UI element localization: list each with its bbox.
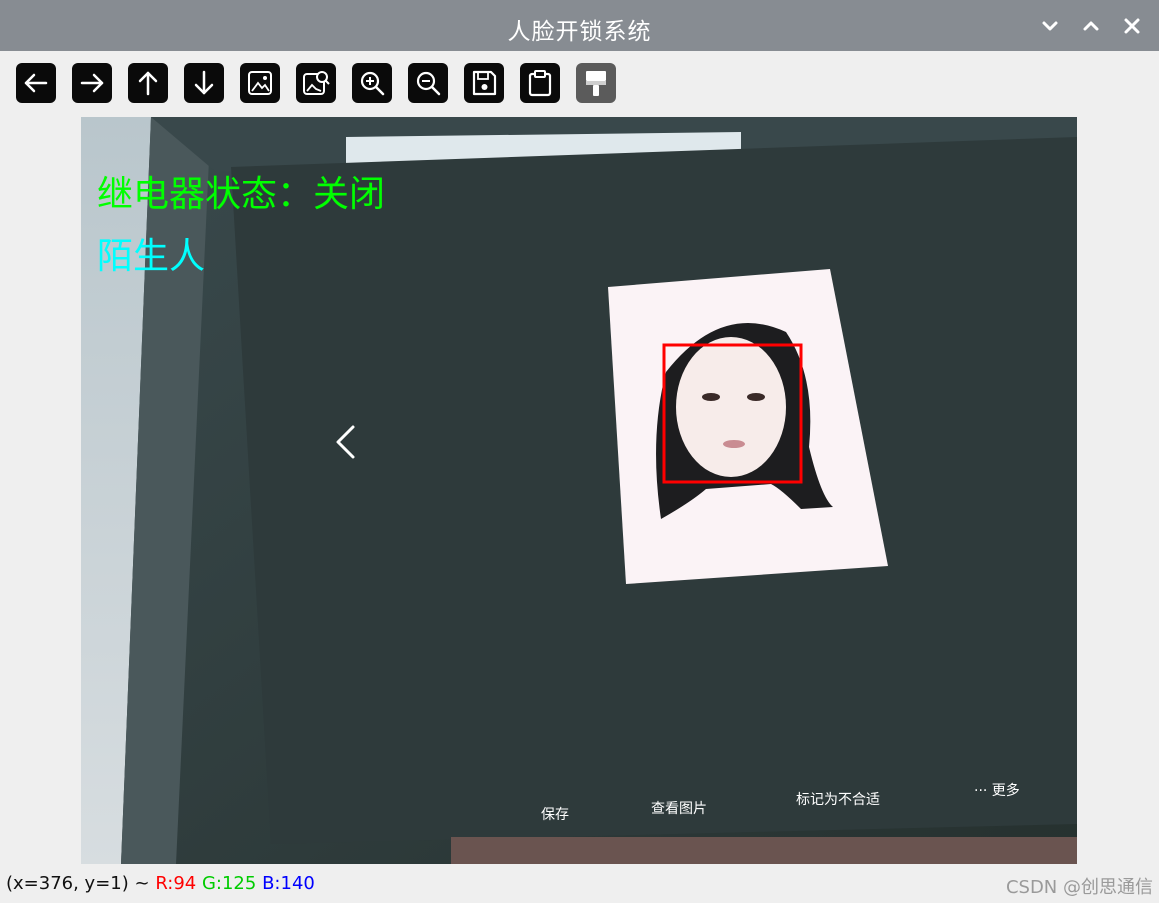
toolbar bbox=[0, 51, 1159, 117]
chevron-down-icon bbox=[1042, 21, 1058, 31]
relay-status-label: 继电器状态：关闭 bbox=[97, 174, 386, 215]
zoom-in-icon bbox=[360, 71, 385, 96]
scene-action-save: 保存 bbox=[541, 807, 569, 823]
arrow-up-icon bbox=[138, 71, 158, 96]
save-icon bbox=[472, 70, 497, 96]
clipboard-icon bbox=[528, 70, 552, 97]
pixel-info: (x=376, y=1) ~ R:94 G:125 B:140 bbox=[6, 873, 315, 894]
zoom-original-button[interactable] bbox=[296, 63, 336, 103]
zoom-in-button[interactable] bbox=[352, 63, 392, 103]
image-search-icon bbox=[303, 71, 330, 95]
pan-left-button[interactable] bbox=[16, 63, 56, 103]
status-bar: (x=376, y=1) ~ R:94 G:125 B:140 CSDN @创思… bbox=[0, 864, 1159, 903]
blue-value: B:140 bbox=[262, 873, 315, 894]
arrow-left-icon bbox=[24, 73, 48, 93]
scene-action-flag: 标记为不合适 bbox=[796, 792, 880, 808]
window-title: 人脸开锁系统 bbox=[507, 19, 652, 45]
zoom-out-button[interactable] bbox=[408, 63, 448, 103]
minimize-button[interactable] bbox=[1038, 14, 1062, 38]
pan-right-button[interactable] bbox=[72, 63, 112, 103]
maximize-button[interactable] bbox=[1079, 14, 1103, 38]
arrow-right-icon bbox=[80, 73, 104, 93]
zoom-out-icon bbox=[416, 71, 441, 96]
pan-down-button[interactable] bbox=[184, 63, 224, 103]
save-button[interactable] bbox=[464, 63, 504, 103]
scene-action-view: 查看图片 bbox=[651, 801, 707, 817]
identity-label: 陌生人 bbox=[97, 236, 206, 277]
red-value: R:94 bbox=[155, 873, 197, 894]
image-icon bbox=[248, 71, 272, 95]
properties-button[interactable] bbox=[576, 63, 616, 103]
arrow-down-icon bbox=[194, 70, 214, 95]
zoom-fit-button[interactable] bbox=[240, 63, 280, 103]
chevron-up-icon bbox=[1083, 21, 1099, 31]
camera-frame bbox=[81, 117, 1077, 864]
camera-view[interactable]: 保存 查看图片 标记为不合适 ··· 更多 继电器状态：关闭 陌生人 bbox=[81, 117, 1077, 864]
close-icon bbox=[1124, 18, 1140, 34]
green-value: G:125 bbox=[201, 873, 257, 894]
cursor-coords: (x=376, y=1) ~ bbox=[6, 873, 150, 894]
watermark: CSDN @创思通信 bbox=[1005, 877, 1153, 898]
close-button[interactable] bbox=[1120, 14, 1144, 38]
paint-brush-icon bbox=[586, 71, 606, 96]
pan-up-button[interactable] bbox=[128, 63, 168, 103]
title-bar: 人脸开锁系统 bbox=[0, 0, 1159, 51]
scene-action-more: ··· 更多 bbox=[974, 783, 1020, 799]
copy-button[interactable] bbox=[520, 63, 560, 103]
